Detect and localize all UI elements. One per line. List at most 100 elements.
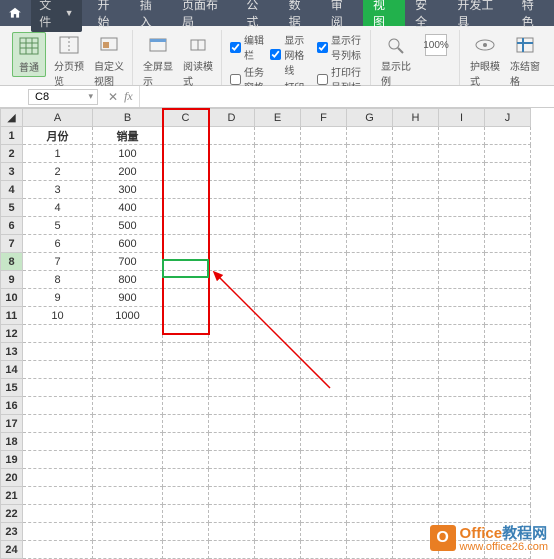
cell-C24[interactable] [163,541,209,559]
cell-I13[interactable] [439,343,485,361]
cell-J22[interactable] [485,505,531,523]
cell-G24[interactable] [347,541,393,559]
row-header-13[interactable]: 13 [1,343,23,361]
name-box[interactable]: C8 [28,89,98,105]
cell-C5[interactable] [163,199,209,217]
cell-E24[interactable] [255,541,301,559]
row-header-2[interactable]: 2 [1,145,23,163]
home-icon[interactable] [6,4,23,22]
cell-F11[interactable] [301,307,347,325]
cell-C4[interactable] [163,181,209,199]
cell-J3[interactable] [485,163,531,181]
cell-H2[interactable] [393,145,439,163]
cell-A17[interactable] [23,415,93,433]
cell-D15[interactable] [209,379,255,397]
cell-H21[interactable] [393,487,439,505]
cell-I20[interactable] [439,469,485,487]
cell-H14[interactable] [393,361,439,379]
cell-C22[interactable] [163,505,209,523]
menu-tab-1[interactable]: 插入 [130,0,172,26]
cell-A21[interactable] [23,487,93,505]
cell-E7[interactable] [255,235,301,253]
cell-G20[interactable] [347,469,393,487]
cell-E21[interactable] [255,487,301,505]
view-normal-button[interactable]: 普通 [12,32,46,77]
cell-A10[interactable]: 9 [23,289,93,307]
cell-I19[interactable] [439,451,485,469]
col-header-E[interactable]: E [255,109,301,127]
cell-B10[interactable]: 900 [93,289,163,307]
cell-B3[interactable]: 200 [93,163,163,181]
row-header-5[interactable]: 5 [1,199,23,217]
cell-C19[interactable] [163,451,209,469]
cell-H1[interactable] [393,127,439,145]
cell-B21[interactable] [93,487,163,505]
cell-H12[interactable] [393,325,439,343]
cell-J8[interactable] [485,253,531,271]
cell-G13[interactable] [347,343,393,361]
cell-C7[interactable] [163,235,209,253]
cell-H16[interactable] [393,397,439,415]
zoom-button[interactable]: 显示比例 [379,32,413,90]
cell-D3[interactable] [209,163,255,181]
cell-E22[interactable] [255,505,301,523]
cell-D7[interactable] [209,235,255,253]
cell-I22[interactable] [439,505,485,523]
cell-G7[interactable] [347,235,393,253]
cell-H17[interactable] [393,415,439,433]
view-pagebreak-button[interactable]: 分页预览 [52,32,86,90]
cell-B14[interactable] [93,361,163,379]
cell-H4[interactable] [393,181,439,199]
cell-F24[interactable] [301,541,347,559]
cell-A6[interactable]: 5 [23,217,93,235]
cell-I12[interactable] [439,325,485,343]
cell-F6[interactable] [301,217,347,235]
cell-J5[interactable] [485,199,531,217]
col-header-I[interactable]: I [439,109,485,127]
row-header-11[interactable]: 11 [1,307,23,325]
cell-I5[interactable] [439,199,485,217]
cell-B11[interactable]: 1000 [93,307,163,325]
row-header-16[interactable]: 16 [1,397,23,415]
cell-C17[interactable] [163,415,209,433]
cell-J6[interactable] [485,217,531,235]
cell-J21[interactable] [485,487,531,505]
cell-B18[interactable] [93,433,163,451]
cell-A5[interactable]: 4 [23,199,93,217]
cell-J1[interactable] [485,127,531,145]
cancel-icon[interactable]: ✕ [108,90,118,104]
fullscreen-button[interactable]: 全屏显示 [141,32,175,90]
menu-tab-6[interactable]: 视图 [363,0,405,26]
cell-B5[interactable]: 400 [93,199,163,217]
cell-J4[interactable] [485,181,531,199]
cell-B20[interactable] [93,469,163,487]
menu-tab-9[interactable]: 特色 [512,0,554,26]
cell-C13[interactable] [163,343,209,361]
menu-tab-7[interactable]: 安全 [405,0,447,26]
cell-F15[interactable] [301,379,347,397]
cell-J20[interactable] [485,469,531,487]
cell-F16[interactable] [301,397,347,415]
cell-G19[interactable] [347,451,393,469]
view-custom-button[interactable]: 自定义视图 [92,32,126,90]
cell-B4[interactable]: 300 [93,181,163,199]
cell-A22[interactable] [23,505,93,523]
cell-C1[interactable] [163,127,209,145]
cell-D23[interactable] [209,523,255,541]
col-header-G[interactable]: G [347,109,393,127]
spreadsheet-grid[interactable]: ◢ABCDEFGHIJ1月份销量211003220043300544006550… [0,108,554,559]
cell-G11[interactable] [347,307,393,325]
cell-I10[interactable] [439,289,485,307]
cell-J14[interactable] [485,361,531,379]
cell-B17[interactable] [93,415,163,433]
cell-G18[interactable] [347,433,393,451]
cell-G16[interactable] [347,397,393,415]
cell-G22[interactable] [347,505,393,523]
cell-H6[interactable] [393,217,439,235]
menu-tab-5[interactable]: 审阅 [321,0,363,26]
cell-D18[interactable] [209,433,255,451]
cell-B8[interactable]: 700 [93,253,163,271]
cell-H13[interactable] [393,343,439,361]
cell-D12[interactable] [209,325,255,343]
cell-E23[interactable] [255,523,301,541]
